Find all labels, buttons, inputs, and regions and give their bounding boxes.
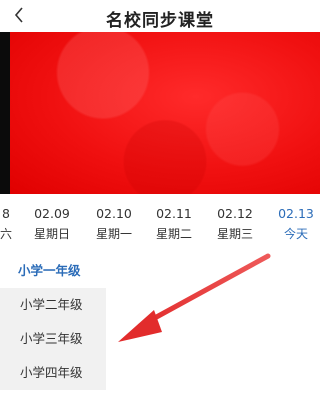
date-number: 02.11	[156, 206, 192, 221]
date-number: 02.10	[96, 206, 132, 221]
video-frame	[10, 32, 320, 194]
annotation-arrow-icon	[118, 253, 271, 342]
page-title: 名校同步课堂	[106, 11, 214, 31]
date-number: 02.09	[34, 206, 70, 221]
date-item-today[interactable]: 02.13 今天	[266, 206, 320, 242]
date-weekday: 星期三	[216, 227, 253, 241]
app-header: 名校同步课堂	[0, 0, 320, 32]
date-selector: 8 六 02.09 星期日 02.10 星期一 02.11 星期二 02.12 …	[0, 194, 320, 246]
grade-option[interactable]: 小学四年级	[0, 356, 106, 390]
grade-option[interactable]: 小学三年级	[0, 322, 106, 356]
date-weekday: 星期日	[33, 227, 70, 241]
date-number: 02.13	[278, 206, 314, 221]
video-player[interactable]	[0, 32, 320, 194]
date-item[interactable]: 02.12 星期三	[205, 206, 265, 242]
video-edge	[0, 32, 10, 194]
date-weekday: 星期一	[95, 227, 132, 241]
date-number: 02.12	[217, 206, 253, 221]
grade-option[interactable]: 小学二年级	[0, 288, 106, 322]
grade-dropdown: 小学二年级 小学三年级 小学四年级	[0, 288, 106, 390]
grade-selected[interactable]: 小学一年级	[18, 256, 81, 286]
date-item[interactable]: 02.11 星期二	[144, 206, 204, 242]
date-item[interactable]: 02.09 星期日	[22, 206, 82, 242]
date-item[interactable]: 02.10 星期一	[84, 206, 144, 242]
date-weekday: 星期二	[155, 227, 192, 241]
date-weekday: 今天	[283, 227, 308, 241]
